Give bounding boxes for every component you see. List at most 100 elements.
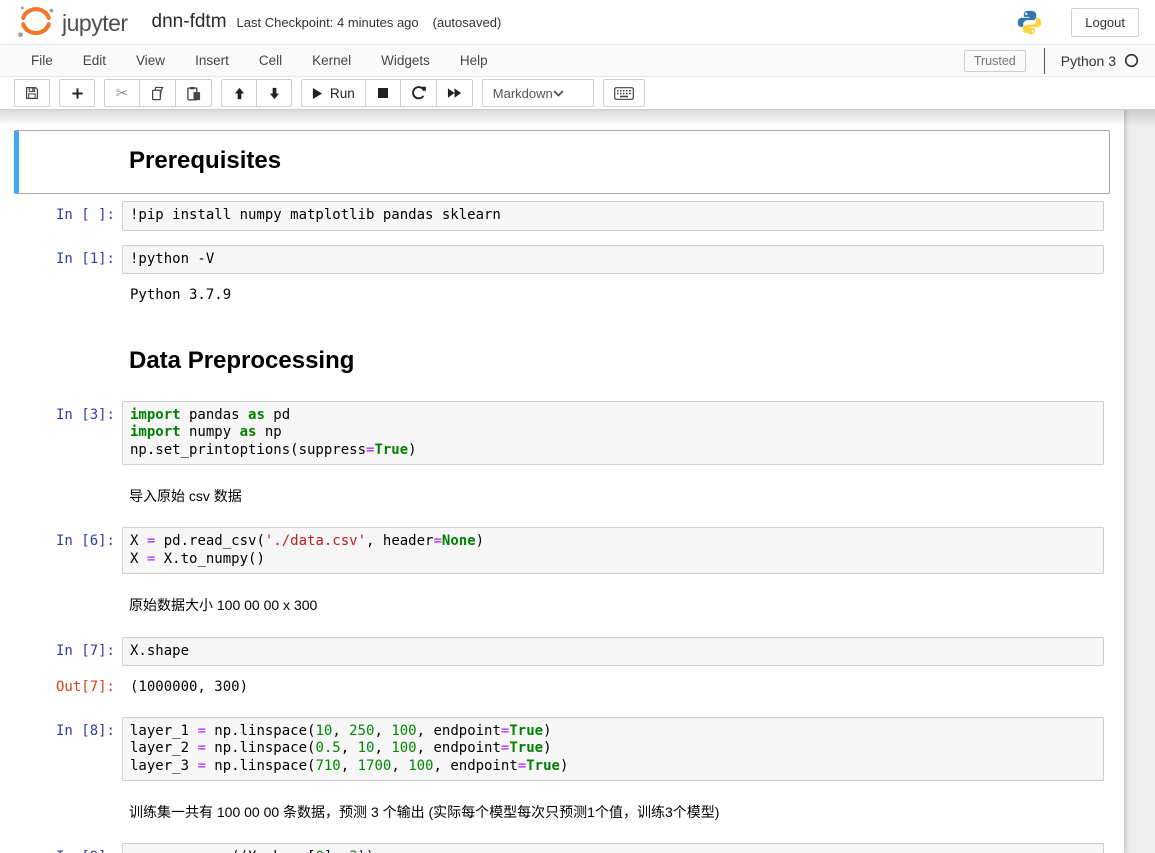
header-right: Logout xyxy=(1016,8,1139,37)
code-line: layer_2 = np.linspace(0.5, 10, 100, endp… xyxy=(130,740,1096,758)
cell-type-value: Markdown xyxy=(493,86,553,101)
code-cell[interactable]: In [6]: X = pd.read_csv('./data.csv', hea… xyxy=(14,520,1110,581)
code-line: y = np.zeros((X.shape[0], 3)) xyxy=(130,849,1096,853)
output-text: Python 3.7.9 xyxy=(122,282,1104,309)
cell-prompt-spacer xyxy=(20,479,122,485)
menu-kernel[interactable]: Kernel xyxy=(297,46,366,75)
code-line: layer_3 = np.linspace(710, 1700, 100, en… xyxy=(130,758,1096,776)
paste-cell-button[interactable] xyxy=(175,79,212,107)
toolbar: ✂ Run xyxy=(0,77,1155,110)
markdown-body: Data Preprocessing xyxy=(122,337,1104,387)
code-cell[interactable]: In [1]:!python -VPython 3.7.9 xyxy=(14,238,1110,318)
save-icon xyxy=(25,86,39,100)
chevron-down-icon xyxy=(553,90,583,97)
cut-cell-button[interactable]: ✂ xyxy=(104,79,140,107)
trusted-badge: Trusted xyxy=(964,50,1026,72)
menu-file[interactable]: File xyxy=(16,46,68,75)
menubar-items: FileEditViewInsertCellKernelWidgetsHelp xyxy=(16,46,503,75)
code-line: !pip install numpy matplotlib pandas skl… xyxy=(130,207,1096,225)
markdown-paragraph: 原始数据大小 100 00 00 x 300 xyxy=(129,595,1097,615)
arrow-up-icon xyxy=(233,87,246,100)
copy-cell-button[interactable] xyxy=(139,79,176,107)
cut-icon: ✂ xyxy=(116,84,129,102)
input-prompt: In [8]: xyxy=(20,717,122,740)
markdown-body: 导入原始 csv 数据 xyxy=(122,479,1104,513)
interrupt-kernel-button[interactable] xyxy=(365,79,401,107)
menu-cell[interactable]: Cell xyxy=(244,46,297,75)
code-input-row: In [ ]:!pip install numpy matplotlib pan… xyxy=(20,201,1104,231)
menu-insert[interactable]: Insert xyxy=(180,46,244,75)
code-line: np.set_printoptions(suppress=True) xyxy=(130,442,1096,460)
cell-input[interactable]: !python -V xyxy=(122,245,1104,275)
jupyter-logo[interactable]: jupyter xyxy=(16,3,128,41)
menu-edit[interactable]: Edit xyxy=(68,46,121,75)
run-cell-button[interactable]: Run xyxy=(301,79,366,107)
cell-input[interactable]: X.shape xyxy=(122,637,1104,667)
markdown-body: 原始数据大小 100 00 00 x 300 xyxy=(122,588,1104,622)
play-icon xyxy=(312,87,323,100)
restart-run-all-button[interactable] xyxy=(436,79,473,107)
code-source: layer_1 = np.linspace(10, 250, 100, endp… xyxy=(130,723,1096,776)
markdown-body: 训练集一共有 100 00 00 条数据，预测 3 个输出 (实际每个模型每次只… xyxy=(122,795,1104,829)
markdown-cell[interactable]: 训练集一共有 100 00 00 条数据，预测 3 个输出 (实际每个模型每次只… xyxy=(14,788,1110,836)
save-button[interactable] xyxy=(14,79,50,107)
code-source: import pandas as pdimport numpy as npnp.… xyxy=(130,407,1096,460)
plus-icon xyxy=(71,87,84,100)
menu-widgets[interactable]: Widgets xyxy=(366,46,445,75)
insert-cell-below-button[interactable] xyxy=(59,79,95,107)
menu-view[interactable]: View xyxy=(121,46,180,75)
cell-prompt-spacer xyxy=(20,337,122,343)
output-text: (1000000, 300) xyxy=(122,674,1104,701)
output-prompt xyxy=(20,282,122,287)
code-source: y = np.zeros((X.shape[0], 3)) xyxy=(130,849,1096,853)
markdown-cell[interactable]: 导入原始 csv 数据 xyxy=(14,472,1110,520)
markdown-cell[interactable]: 原始数据大小 100 00 00 x 300 xyxy=(14,581,1110,629)
move-cell-down-button[interactable] xyxy=(256,79,292,107)
code-source: X = pd.read_csv('./data.csv', header=Non… xyxy=(130,533,1096,568)
code-input-row: In [8]: layer_1 = np.linspace(10, 250, 10… xyxy=(20,717,1104,782)
code-cell[interactable]: In [7]:X.shapeOut[7]:(1000000, 300) xyxy=(14,630,1110,710)
cell-prompt-spacer xyxy=(20,137,122,143)
arrow-down-icon xyxy=(268,87,281,100)
jupyter-logo-text: jupyter xyxy=(62,8,128,37)
cell-input[interactable]: !pip install numpy matplotlib pandas skl… xyxy=(122,201,1104,231)
menubar-right: Trusted Python 3 xyxy=(964,48,1139,74)
code-line: X.shape xyxy=(130,643,1096,661)
header-bar: jupyter dnn-fdtm Last Checkpoint: 4 minu… xyxy=(0,0,1155,44)
markdown-heading: Data Preprocessing xyxy=(129,347,1097,375)
cell-input[interactable]: X = pd.read_csv('./data.csv', header=Non… xyxy=(122,527,1104,574)
command-palette-button[interactable] xyxy=(603,79,645,107)
refresh-icon xyxy=(411,86,426,101)
code-line: !python -V xyxy=(130,251,1096,269)
input-prompt: In [6]: xyxy=(20,527,122,550)
code-line: layer_1 = np.linspace(10, 250, 100, endp… xyxy=(130,723,1096,741)
code-input-row: In [9]: y = np.zeros((X.shape[0], 3)) xyxy=(20,843,1104,853)
notebook-title[interactable]: dnn-fdtm xyxy=(152,11,227,33)
code-source: !python -V xyxy=(130,251,1096,269)
python-logo-icon xyxy=(1016,9,1043,36)
code-cell[interactable]: In [9]: y = np.zeros((X.shape[0], 3)) xyxy=(14,836,1110,853)
input-prompt: In [9]: xyxy=(20,843,122,853)
menu-help[interactable]: Help xyxy=(445,46,503,75)
markdown-row: 训练集一共有 100 00 00 条数据，预测 3 个输出 (实际每个模型每次只… xyxy=(20,795,1104,829)
move-cell-up-button[interactable] xyxy=(221,79,257,107)
cell-input[interactable]: import pandas as pdimport numpy as npnp.… xyxy=(122,401,1104,466)
cell-prompt-spacer xyxy=(20,588,122,594)
markdown-paragraph: 导入原始 csv 数据 xyxy=(129,486,1097,506)
restart-kernel-button[interactable] xyxy=(400,79,437,107)
code-cell[interactable]: In [ ]:!pip install numpy matplotlib pan… xyxy=(14,194,1110,238)
keyboard-icon xyxy=(614,87,634,100)
run-label: Run xyxy=(330,86,355,101)
code-line: X = pd.read_csv('./data.csv', header=Non… xyxy=(130,533,1096,551)
logout-button[interactable]: Logout xyxy=(1071,8,1139,37)
cell-type-select[interactable]: Markdown xyxy=(482,79,594,107)
markdown-cell[interactable]: Prerequisites xyxy=(14,130,1110,194)
stop-icon xyxy=(377,87,389,99)
markdown-body: Prerequisites xyxy=(122,137,1104,187)
cell-input[interactable]: y = np.zeros((X.shape[0], 3)) xyxy=(122,843,1104,853)
code-cell[interactable]: In [8]: layer_1 = np.linspace(10, 250, 10… xyxy=(14,710,1110,789)
cell-input[interactable]: layer_1 = np.linspace(10, 250, 100, endp… xyxy=(122,717,1104,782)
code-cell[interactable]: In [3]: import pandas as pdimport numpy a… xyxy=(14,394,1110,473)
input-prompt: In [3]: xyxy=(20,401,122,424)
markdown-cell[interactable]: Data Preprocessing xyxy=(14,318,1110,394)
